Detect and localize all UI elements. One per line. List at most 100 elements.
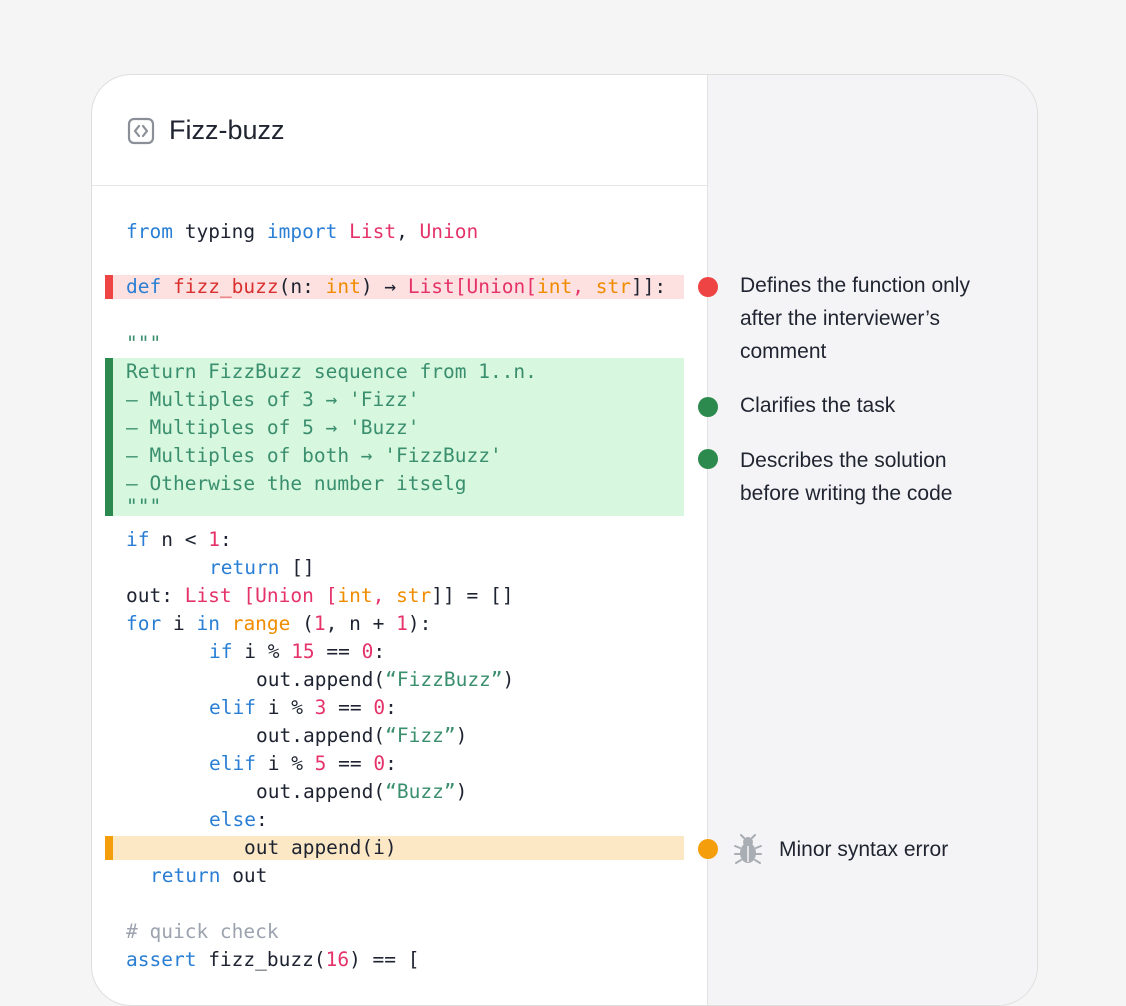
code-token: ) == [ [349,948,420,971]
code-line: return out [150,862,267,890]
code-token: == [314,640,362,663]
code-token: List [349,220,397,243]
code-token: ]]: [630,275,667,298]
code-token: 3 [314,696,327,719]
code-token: (n: [278,275,326,298]
code-token: Union [255,584,314,607]
code-line: elif i % 5 == 0: [209,750,397,778]
code-line: """ [126,495,162,518]
marker-red [105,275,113,299]
code-token: i % [232,640,292,663]
marker-amber [105,836,113,860]
code-comment: # quick check [126,920,279,943]
code-line: out.append(“Buzz”) [256,778,467,806]
code-token: import [266,220,338,243]
code-token: out.append( [256,780,386,803]
code-token: in [196,612,220,635]
status-dot-green [698,449,718,469]
code-token: 5 [314,752,327,775]
code-token: “FizzBuzz” [385,668,503,691]
code-token: ) [502,668,515,691]
code-token: 1 [313,612,326,635]
code-token: ) [455,780,468,803]
code-token: ( [290,612,314,635]
code-token: ) → [360,275,408,298]
page-title: Fizz-buzz [169,115,285,145]
code-token: [ [454,275,467,298]
code-review-card: Fizz-buzz from typing import List, Union… [91,74,1038,1006]
annotation-line: after the interviewer’s [740,307,940,330]
annotation-syntax-error: Minor syntax error [779,838,949,861]
code-token: 1 [396,612,408,635]
code-token: [] [279,556,315,579]
code-token: == [326,696,374,719]
code-token: List [407,275,455,298]
code-token: out [220,864,268,887]
code-token: range [231,612,291,635]
annotation-clarifies-task: Clarifies the task [740,394,896,417]
annotation-describes-solution: Describes the solution before writing th… [740,444,952,510]
code-line: if i % 15 == 0: [209,638,385,666]
status-dot-red [698,277,718,297]
code-token: typing [172,220,267,243]
marker-green [105,358,113,516]
code-line: – Otherwise the number itselg [126,472,467,495]
code-token: str [396,584,432,607]
code-token: List [184,584,232,607]
code-line: """ [126,332,162,355]
code-token: int [325,275,361,298]
code-line: for i in range (1, n + 1): [126,610,431,638]
code-token: n < [149,528,209,551]
code-token: out.append( [256,724,386,747]
code-token: ]] = [] [431,584,514,607]
code-token: : [219,528,232,551]
code-token: 1 [208,528,220,551]
code-token: , [572,275,596,298]
code-token: : [385,696,397,719]
code-token: 15 [291,640,315,663]
code-token: , [372,584,397,607]
code-line: – Multiples of both → 'FizzBuzz' [126,444,502,467]
code-token: 0 [373,696,386,719]
code-token: 0 [373,752,386,775]
code-token: for [126,612,162,635]
annotation-line: before writing the code [740,482,953,505]
code-line: else: [209,806,268,834]
code-token: : [255,808,268,831]
code-token: return [209,556,280,579]
code-line: – Multiples of 5 → 'Buzz' [126,416,420,439]
code-token: ): [407,612,432,635]
code-line: return [] [209,554,315,582]
code-token: i [161,612,197,635]
code-token: if [209,640,233,663]
code-token: assert [126,948,197,971]
code-line: out: List [Union [int, str]] = [] [126,582,513,610]
annotation-line: Describes the solution [740,449,947,472]
code-line: out.append(“FizzBuzz”) [256,666,514,694]
code-token: if [126,528,150,551]
code-token: i % [255,752,315,775]
code-line: assert fizz_buzz(16) == [ [126,946,420,974]
code-token: == [326,752,374,775]
code-token: else [209,808,256,831]
code-file-icon [127,117,155,145]
annotation-line: comment [740,340,827,363]
code-token: , [396,220,420,243]
code-line: if n < 1: [126,526,232,554]
bug-icon [733,834,763,866]
code-line: elif i % 3 == 0: [209,694,397,722]
code-token: [ [313,584,338,607]
code-token: i % [255,696,315,719]
code-token: , n + [325,612,397,635]
code-token: 16 [325,948,350,971]
code-token: [ [525,275,537,298]
code-line: Return FizzBuzz sequence from 1..n. [126,360,537,383]
code-token: “Buzz” [385,780,456,803]
code-token: fizz_buzz( [196,948,326,971]
code-line: from typing import List, Union [126,218,478,246]
annotation-defines-function: Defines the function only after the inte… [740,269,970,368]
code-token: : [373,640,386,663]
